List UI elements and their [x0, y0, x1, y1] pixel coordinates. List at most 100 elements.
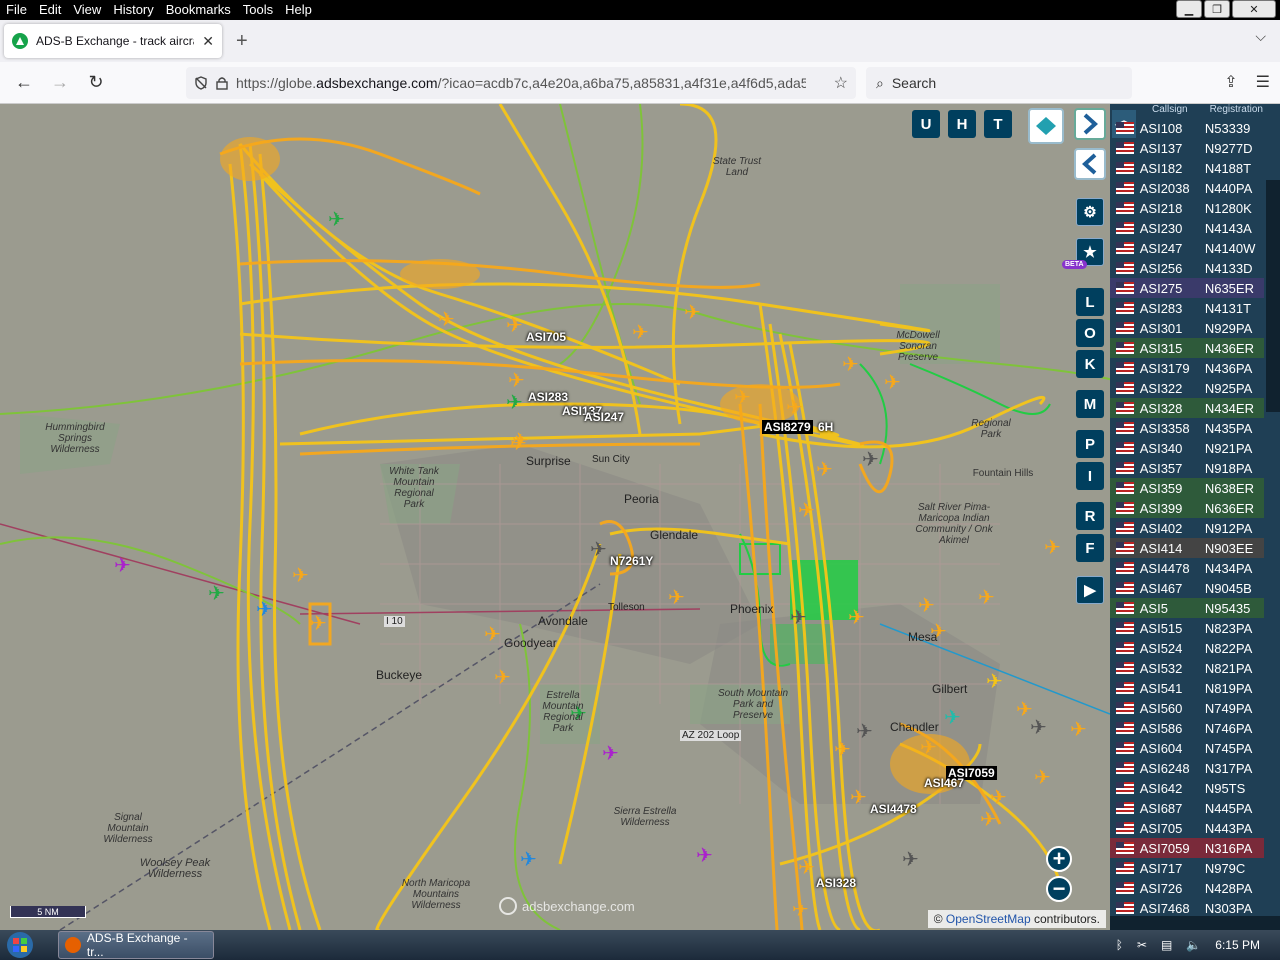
aircraft-icon[interactable]: ✈	[798, 498, 815, 522]
aircraft-row[interactable]: ASI3358 N435PA	[1110, 418, 1264, 438]
aircraft-icon[interactable]: ✈	[920, 735, 937, 759]
reload-button[interactable]: ↻	[78, 67, 114, 99]
aircraft-icon[interactable]: ✈	[632, 320, 649, 344]
aircraft-label[interactable]: 6H	[818, 420, 833, 434]
aircraft-row[interactable]: ASI726 N428PA	[1110, 878, 1264, 898]
expand-panel-button[interactable]	[1074, 108, 1106, 140]
aircraft-row[interactable]: ASI137 N9277D	[1110, 138, 1264, 158]
aircraft-row[interactable]: ASI541 N819PA	[1110, 678, 1264, 698]
aircraft-row[interactable]: ASI218 N1280K	[1110, 198, 1264, 218]
aircraft-icon[interactable]: ✈	[510, 431, 527, 455]
settings-button[interactable]: ⚙	[1076, 198, 1104, 226]
zoom-out-button[interactable]: −	[1046, 876, 1072, 902]
aircraft-icon[interactable]: ✈	[798, 855, 815, 879]
aircraft-row[interactable]: ASI3179 N436PA	[1110, 358, 1264, 378]
aircraft-label[interactable]: ASI328	[816, 876, 856, 890]
tracking-protection-icon[interactable]	[194, 76, 208, 90]
aircraft-row[interactable]: ASI7059 N316PA	[1110, 838, 1264, 858]
share-icon[interactable]: ⇪	[1224, 72, 1237, 92]
bookmark-star-icon[interactable]: ☆	[834, 73, 848, 93]
aircraft-row[interactable]: ASI275 N635ER	[1110, 278, 1264, 298]
aircraft-icon[interactable]: ✈	[506, 313, 523, 337]
aircraft-label[interactable]: ASI467	[924, 776, 964, 790]
column-callsign[interactable]: Callsign	[1152, 104, 1188, 116]
aircraft-row[interactable]: ASI4478 N434PA	[1110, 558, 1264, 578]
column-registration[interactable]: Registration	[1210, 104, 1263, 116]
aircraft-row[interactable]: ASI560 N749PA	[1110, 698, 1264, 718]
aircraft-icon[interactable]: ✈	[494, 665, 511, 689]
tab-adsb[interactable]: ADS-B Exchange - track aircraft ✕	[4, 24, 222, 58]
map-button-k[interactable]: K	[1076, 350, 1104, 378]
aircraft-row[interactable]: ASI357 N918PA	[1110, 458, 1264, 478]
aircraft-icon[interactable]: ✈	[856, 719, 873, 743]
menu-history[interactable]: History	[107, 0, 159, 20]
aircraft-row[interactable]: ASI182 N4188T	[1110, 158, 1264, 178]
aircraft-icon[interactable]: ✈	[1034, 765, 1051, 789]
back-button[interactable]: ←	[6, 67, 42, 99]
aircraft-row[interactable]: ASI322 N925PA	[1110, 378, 1264, 398]
aircraft-icon[interactable]: ✈	[990, 785, 1007, 809]
map-button-f[interactable]: F	[1076, 534, 1104, 562]
aircraft-row[interactable]: ASI6248 N317PA	[1110, 758, 1264, 778]
map-button-o[interactable]: O	[1076, 319, 1104, 347]
aircraft-icon[interactable]: ✈	[850, 785, 867, 809]
osm-link[interactable]: OpenStreetMap	[946, 912, 1031, 926]
aircraft-row[interactable]: ASI467 N9045B	[1110, 578, 1264, 598]
aircraft-row[interactable]: ASI315 N436ER	[1110, 338, 1264, 358]
aircraft-row[interactable]: ASI524 N822PA	[1110, 638, 1264, 658]
volume-icon[interactable]: 🔈	[1186, 938, 1201, 952]
aircraft-row[interactable]: ASI642 N95TS	[1110, 778, 1264, 798]
url-bar[interactable]: https://globe.adsbexchange.com/?icao=acd…	[186, 67, 856, 99]
aircraft-label[interactable]: ASI8279	[762, 420, 813, 434]
collapse-panel-button[interactable]	[1074, 148, 1106, 180]
replay-button[interactable]: ▶	[1076, 576, 1104, 604]
aircraft-icon[interactable]: ✈	[834, 737, 851, 761]
taskbar-firefox-item[interactable]: ADS-B Exchange - tr...	[58, 931, 214, 959]
aircraft-label[interactable]: ASI4478	[870, 802, 917, 816]
aircraft-row[interactable]: ASI247 N4140W	[1110, 238, 1264, 258]
aircraft-icon[interactable]: ✈	[292, 563, 309, 587]
zoom-in-button[interactable]: +	[1046, 846, 1072, 872]
aircraft-label[interactable]: ASI247	[584, 410, 624, 424]
aircraft-icon[interactable]: ✈	[842, 352, 859, 376]
aircraft-row[interactable]: ASI256 N4133D	[1110, 258, 1264, 278]
menu-view[interactable]: View	[67, 0, 107, 20]
menu-file[interactable]: File	[0, 0, 33, 20]
aircraft-row[interactable]: ASI586 N746PA	[1110, 718, 1264, 738]
aircraft-row[interactable]: ASI414 N903EE	[1110, 538, 1264, 558]
aircraft-icon[interactable]: ✈	[438, 307, 455, 331]
aircraft-icon[interactable]: ✈	[668, 585, 685, 609]
aircraft-icon[interactable]: ✈	[980, 807, 997, 831]
aircraft-icon[interactable]: ✈	[310, 611, 327, 635]
aircraft-icon[interactable]: ✈	[1044, 535, 1061, 559]
aircraft-row[interactable]: ASI705 N443PA	[1110, 818, 1264, 838]
aircraft-row[interactable]: ASI532 N821PA	[1110, 658, 1264, 678]
aircraft-icon[interactable]: ✈	[508, 368, 525, 392]
aircraft-icon[interactable]: ✈	[862, 447, 879, 471]
tool-icon[interactable]: ✂	[1137, 938, 1147, 952]
menu-tools[interactable]: Tools	[237, 0, 279, 20]
aircraft-icon[interactable]: ✈	[684, 300, 701, 324]
aircraft-label[interactable]: N7261Y	[610, 554, 653, 568]
network-icon[interactable]: ▤	[1161, 938, 1172, 952]
aircraft-label[interactable]: ASI705	[526, 330, 566, 344]
map-button-p[interactable]: P	[1076, 430, 1104, 458]
aircraft-row[interactable]: ASI340 N921PA	[1110, 438, 1264, 458]
aircraft-row[interactable]: ASI399 N636ER	[1110, 498, 1264, 518]
map-button-i[interactable]: I	[1076, 462, 1104, 490]
aircraft-row[interactable]: ASI5 N95435	[1110, 598, 1264, 618]
aircraft-icon[interactable]: ✈	[790, 605, 807, 629]
aircraft-icon[interactable]: ✈	[1030, 715, 1047, 739]
menu-help[interactable]: Help	[279, 0, 318, 20]
aircraft-row[interactable]: ASI7468 N303PA	[1110, 898, 1264, 918]
map-button-r[interactable]: R	[1076, 502, 1104, 530]
aircraft-icon[interactable]: ✈	[884, 370, 901, 394]
aircraft-row[interactable]: ASI283 N4131T	[1110, 298, 1264, 318]
close-window-button[interactable]: ✕	[1232, 0, 1276, 18]
start-button[interactable]	[0, 930, 40, 960]
minimize-button[interactable]: ▁	[1176, 0, 1202, 18]
aircraft-icon[interactable]: ✈	[602, 741, 619, 765]
lock-icon[interactable]	[216, 76, 228, 90]
menu-bookmarks[interactable]: Bookmarks	[160, 0, 237, 20]
bluetooth-icon[interactable]: ᛒ	[1116, 938, 1123, 952]
